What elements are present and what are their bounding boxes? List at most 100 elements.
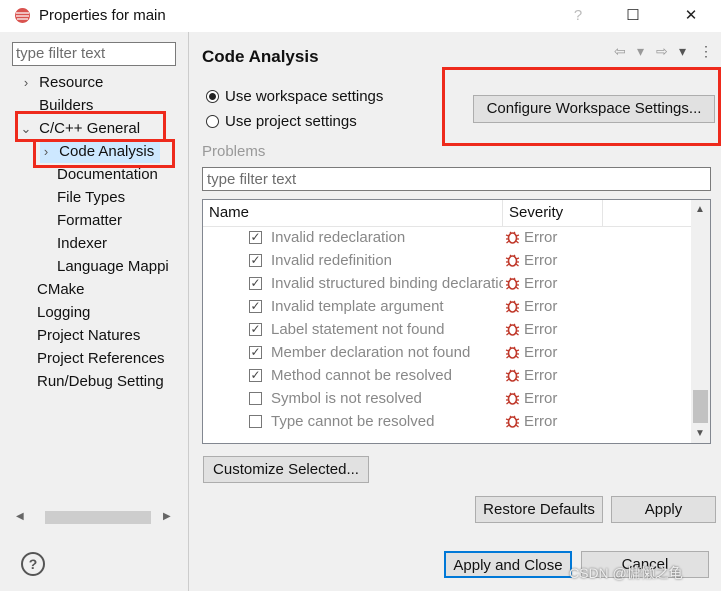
restore-defaults-button[interactable]: Restore Defaults	[475, 496, 603, 523]
forward-menu-icon[interactable]: ▾	[679, 43, 686, 60]
left-filter-input[interactable]	[13, 43, 174, 63]
help-icon[interactable]: ?	[21, 552, 45, 576]
page-title: Code Analysis	[202, 47, 319, 66]
maximize-button[interactable]: ☐	[610, 0, 656, 32]
table-row[interactable]: ✓ Invalid redefinition Error	[203, 249, 692, 272]
table-row[interactable]: Symbol is not resolved Error	[203, 387, 692, 410]
problems-filter-input[interactable]	[203, 168, 711, 190]
checkbox-checked-icon[interactable]: ✓	[249, 323, 262, 336]
tree-item-language-mappings[interactable]: Language Mappi	[57, 256, 181, 278]
scrollbar-thumb[interactable]	[693, 390, 708, 423]
scroll-right-arrow-icon[interactable]: ▶	[163, 511, 171, 522]
column-header-name[interactable]: Name	[203, 200, 503, 226]
checkbox-checked-icon[interactable]: ✓	[249, 231, 262, 244]
error-bug-icon	[505, 277, 520, 290]
view-menu-icon[interactable]: ⋮	[699, 43, 713, 60]
error-bug-icon	[505, 415, 520, 428]
tree-item-formatter[interactable]: Formatter	[57, 210, 122, 232]
error-bug-icon	[505, 323, 520, 336]
back-menu-icon[interactable]: ▾	[637, 43, 644, 60]
forward-arrow-icon[interactable]: ⇨	[656, 43, 668, 60]
table-row[interactable]: ✓ Invalid template argument Error	[203, 295, 692, 318]
left-filter-field[interactable]	[12, 42, 176, 66]
problem-severity: Error	[524, 252, 558, 269]
apply-button[interactable]: Apply	[611, 496, 716, 523]
highlight-box-cpp-general	[15, 111, 166, 142]
table-row[interactable]: ✓ Label statement not found Error	[203, 318, 692, 341]
problem-name: Member declaration not found	[271, 344, 471, 361]
error-bug-icon	[505, 392, 520, 405]
tree-horizontal-scrollbar[interactable]	[12, 509, 178, 527]
problems-table[interactable]: Name Severity ✓ Invalid redeclaration Erro…	[202, 199, 711, 444]
customize-selected-button[interactable]: Customize Selected...	[203, 456, 369, 483]
tree-item-indexer[interactable]: Indexer	[57, 233, 107, 255]
scroll-up-arrow-icon[interactable]: ▲	[695, 204, 705, 215]
radio-checked-icon[interactable]	[206, 90, 219, 103]
checkbox-checked-icon[interactable]: ✓	[249, 254, 262, 267]
table-row[interactable]: Type cannot be resolved Error	[203, 410, 692, 433]
eclipse-app-icon	[15, 8, 30, 23]
error-bug-icon	[505, 369, 520, 382]
error-bug-icon	[505, 346, 520, 359]
pane-divider[interactable]	[188, 32, 189, 591]
checkbox-checked-icon[interactable]: ✓	[249, 369, 262, 382]
scroll-down-arrow-icon[interactable]: ▼	[695, 428, 705, 439]
tree-item-project-natures[interactable]: Project Natures	[37, 325, 140, 347]
scroll-left-arrow-icon[interactable]: ◀	[16, 511, 24, 522]
table-row[interactable]: ✓ Invalid redeclaration Error	[203, 226, 692, 249]
help-caption-button[interactable]: ?	[555, 0, 601, 32]
window-title: Properties for main	[39, 7, 166, 24]
problem-severity: Error	[524, 229, 558, 246]
checkbox-checked-icon[interactable]: ✓	[249, 277, 262, 290]
table-row[interactable]: ✓ Method cannot be resolved Error	[203, 364, 692, 387]
problem-name: Invalid redefinition	[271, 252, 392, 269]
watermark: CSDN @慵懒之龟	[569, 565, 683, 581]
checkbox-unchecked-icon[interactable]	[249, 415, 262, 428]
tree-item-resource[interactable]: › Resource	[20, 72, 104, 94]
column-header-severity[interactable]: Severity	[503, 200, 603, 226]
radio-unchecked-icon[interactable]	[206, 115, 219, 128]
checkbox-checked-icon[interactable]: ✓	[249, 300, 262, 313]
checkbox-checked-icon[interactable]: ✓	[249, 346, 262, 359]
problem-severity: Error	[524, 390, 558, 407]
error-bug-icon	[505, 300, 520, 313]
close-button[interactable]: ✕	[668, 0, 714, 32]
problem-severity: Error	[524, 298, 558, 315]
problem-name: Invalid redeclaration	[271, 229, 406, 246]
problem-severity: Error	[524, 367, 558, 384]
table-row[interactable]: ✓ Member declaration not found Error	[203, 341, 692, 364]
problem-name: Type cannot be resolved	[271, 413, 435, 430]
use-project-settings-radio[interactable]: Use project settings	[206, 113, 357, 130]
table-row[interactable]: ✓ Invalid structured binding declaration E…	[203, 272, 692, 295]
problems-label: Problems	[202, 143, 266, 160]
table-header: Name Severity	[203, 200, 692, 227]
configure-workspace-settings-button[interactable]: Configure Workspace Settings...	[473, 95, 715, 123]
back-arrow-icon[interactable]: ⇦	[614, 43, 626, 60]
tree-item-label: Resource	[39, 74, 104, 91]
problem-severity: Error	[524, 275, 558, 292]
problems-filter-field[interactable]	[202, 167, 711, 191]
tree-item-file-types[interactable]: File Types	[57, 187, 125, 209]
tree-item-project-references[interactable]: Project References	[37, 348, 165, 370]
table-vertical-scrollbar[interactable]: ▲ ▼	[691, 200, 710, 443]
radio-label: Use workspace settings	[225, 88, 384, 105]
tree-item-run-debug-settings[interactable]: Run/Debug Setting	[37, 371, 181, 393]
problem-severity: Error	[524, 321, 558, 338]
chevron-right-icon[interactable]: ›	[20, 72, 32, 94]
apply-and-close-button[interactable]: Apply and Close	[444, 551, 572, 578]
problem-name: Method cannot be resolved	[271, 367, 452, 384]
highlight-box-code-analysis	[33, 139, 175, 168]
radio-label: Use project settings	[225, 113, 357, 130]
problem-name: Invalid structured binding declaration	[271, 275, 503, 292]
checkbox-unchecked-icon[interactable]	[249, 392, 262, 405]
problem-severity: Error	[524, 344, 558, 361]
problem-name: Symbol is not resolved	[271, 390, 422, 407]
problem-name: Invalid template argument	[271, 298, 444, 315]
tree-item-cmake[interactable]: CMake	[37, 279, 85, 301]
error-bug-icon	[505, 231, 520, 244]
error-bug-icon	[505, 254, 520, 267]
use-workspace-settings-radio[interactable]: Use workspace settings	[206, 88, 383, 105]
tree-item-logging[interactable]: Logging	[37, 302, 90, 324]
scrollbar-thumb[interactable]	[45, 511, 151, 524]
problem-name: Label statement not found	[271, 321, 445, 338]
